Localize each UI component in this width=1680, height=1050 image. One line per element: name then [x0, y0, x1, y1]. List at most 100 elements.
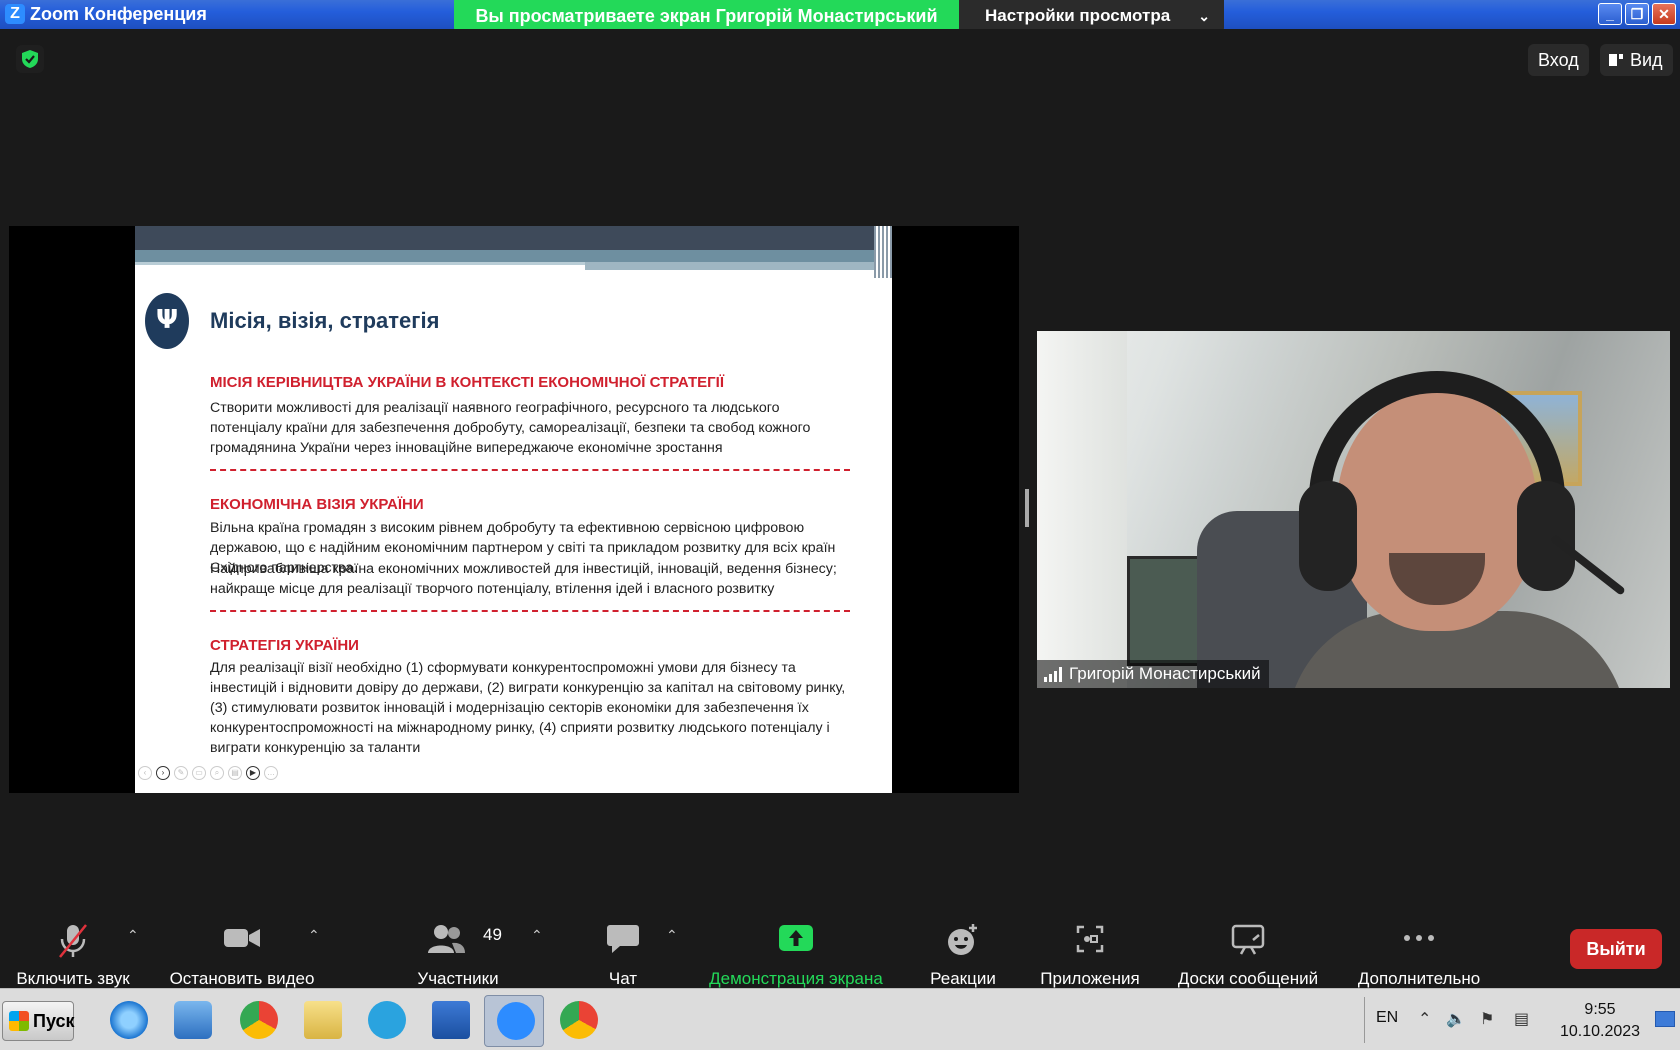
system-clock[interactable]: 9:55 10.10.2023 [1552, 999, 1648, 1043]
media-player-icon[interactable] [162, 995, 222, 1047]
zoom-taskbar-icon[interactable] [484, 995, 544, 1047]
chevron-down-icon: ⌄ [1198, 8, 1210, 24]
slides-icon[interactable]: ▭ [192, 766, 206, 780]
view-settings-dropdown[interactable]: Настройки просмотра ⌄ [959, 0, 1224, 32]
windows-logo-icon [9, 1011, 29, 1031]
more-button[interactable]: Дополнительно [1350, 917, 1488, 988]
more-label: Дополнительно [1357, 969, 1481, 988]
slide-decor-stripes [874, 226, 892, 278]
video-background [1037, 331, 1127, 688]
subtitles-icon[interactable]: ▤ [228, 766, 242, 780]
participant-name: Григорій Монастирський [1069, 664, 1261, 683]
show-desktop-button[interactable] [1655, 1011, 1675, 1027]
section-body: Для реалізації візії необхідно (1) сформ… [210, 660, 846, 756]
view-settings-label: Настройки просмотра [985, 6, 1171, 25]
headset-figure [1517, 481, 1575, 591]
chat-button[interactable]: Чат [588, 917, 658, 988]
internet-explorer-icon[interactable] [98, 995, 158, 1047]
slide-header-line [135, 262, 585, 265]
screen-share-banner: Вы просматриваете экран Григорій Монасти… [454, 0, 959, 32]
volume-icon[interactable]: 🔈 [1446, 1009, 1466, 1028]
stop-video-label: Остановить видео [169, 969, 315, 988]
section-body: Найпривабливіша країна економічних можли… [210, 561, 837, 597]
next-slide-icon[interactable]: › [156, 766, 170, 780]
section-heading: СТРАТЕГІЯ УКРАЇНИ [210, 637, 359, 654]
camera-icon[interactable]: ▶ [246, 766, 260, 780]
whiteboards-button[interactable]: Доски сообщений [1168, 917, 1328, 988]
taskbar-separator [1364, 997, 1365, 1043]
participants-options-caret-icon[interactable]: ⌃ [531, 927, 543, 944]
whiteboards-label: Доски сообщений [1177, 969, 1319, 988]
view-button-label: Вид [1630, 50, 1663, 70]
action-center-flag-icon[interactable]: ⚑ [1480, 1009, 1494, 1028]
tray-expand-icon[interactable]: ⌃ [1418, 1009, 1431, 1028]
apps-button[interactable]: Приложения [1032, 917, 1148, 988]
panel-splitter-handle[interactable] [1025, 489, 1029, 527]
meeting-area: Вход Вид Ψ Місія, візія, стратегія МІСІЯ… [0, 29, 1680, 909]
telegram-icon[interactable] [356, 995, 416, 1047]
stop-video-button[interactable]: Остановить видео [160, 917, 324, 988]
apps-label: Приложения [1040, 969, 1140, 988]
participants-count: 49 [483, 925, 502, 944]
shared-screen[interactable]: Ψ Місія, візія, стратегія МІСІЯ КЕРІВНИЦ… [9, 226, 1019, 793]
more-options-icon[interactable]: … [264, 766, 278, 780]
more-dots-icon [1404, 935, 1434, 941]
share-screen-button[interactable]: Демонстрация экрана [700, 917, 892, 988]
dashed-divider [210, 469, 850, 471]
chrome-profile-icon[interactable] [548, 995, 608, 1047]
pen-icon[interactable]: ✎ [174, 766, 188, 780]
video-camera-icon [224, 929, 260, 947]
share-screen-icon [779, 925, 813, 951]
signin-button[interactable]: Вход [1528, 44, 1589, 76]
view-button[interactable]: Вид [1600, 44, 1673, 76]
audio-options-caret-icon[interactable]: ⌃ [127, 927, 139, 944]
whiteboard-icon [1231, 924, 1265, 955]
view-layout-icon [1609, 54, 1623, 66]
slide-header-band [135, 250, 892, 262]
language-indicator[interactable]: EN [1376, 1009, 1398, 1027]
participants-label: Участники [417, 969, 499, 988]
file-explorer-icon[interactable] [292, 995, 352, 1047]
zoom-icon[interactable]: ⌕ [210, 766, 224, 780]
prev-slide-icon[interactable]: ‹ [138, 766, 152, 780]
slideshow-controls: ‹ › ✎ ▭ ⌕ ▤ ▶ … [138, 766, 278, 780]
slide-header-band [135, 226, 892, 250]
close-button[interactable]: ✕ [1652, 3, 1676, 25]
headset-figure [1299, 481, 1357, 591]
start-button[interactable]: Пуск [2, 1001, 75, 1041]
video-options-caret-icon[interactable]: ⌃ [308, 927, 320, 944]
reactions-smiley-icon [948, 924, 977, 955]
zoom-logo-icon: Z [5, 4, 25, 24]
chat-bubble-icon [607, 925, 639, 953]
participant-name-label: Григорій Монастирський [1037, 660, 1269, 688]
muted-microphone-icon [59, 924, 87, 958]
apps-icon [1076, 925, 1104, 953]
minimize-button[interactable]: _ [1598, 3, 1622, 25]
security-shield-icon[interactable] [16, 45, 44, 73]
participant-video-tile[interactable]: Григорій Монастирський [1037, 331, 1670, 688]
slide-title: Місія, візія, стратегія [210, 308, 440, 333]
chrome-icon[interactable] [228, 995, 288, 1047]
dashed-divider [210, 610, 850, 612]
word-icon[interactable] [420, 995, 480, 1047]
windows-taskbar: Пуск EN ⌃ 🔈 ⚑ ▤ 9:55 10.10.2023 [0, 988, 1680, 1050]
share-screen-label: Демонстрация экрана [709, 969, 883, 988]
slide-header-band [585, 262, 892, 270]
network-icon[interactable]: ▤ [1514, 1009, 1529, 1028]
restore-button[interactable]: ❐ [1625, 3, 1649, 25]
chat-options-caret-icon[interactable]: ⌃ [666, 927, 678, 944]
reactions-button[interactable]: Реакции [918, 917, 1008, 988]
section-body: Створити можливості для реалізації наявн… [210, 400, 811, 456]
start-label: Пуск [33, 1011, 75, 1031]
clock-date: 10.10.2023 [1559, 1023, 1641, 1040]
participants-icon [428, 925, 465, 953]
chat-label: Чат [608, 969, 638, 988]
unmute-button[interactable]: Включить звук [10, 917, 136, 988]
window-controls: _ ❐ ✕ [1598, 3, 1676, 25]
meeting-toolbar: Включить звук ⌃ Остановить видео ⌃ Участ… [0, 909, 1680, 988]
leave-meeting-button[interactable]: Выйти [1570, 929, 1662, 969]
reactions-label: Реакции [930, 969, 996, 988]
section-heading: ЕКОНОМІЧНА ВІЗІЯ УКРАЇНИ [210, 496, 424, 513]
signal-strength-icon [1044, 667, 1062, 682]
unmute-label: Включить звук [16, 969, 130, 988]
